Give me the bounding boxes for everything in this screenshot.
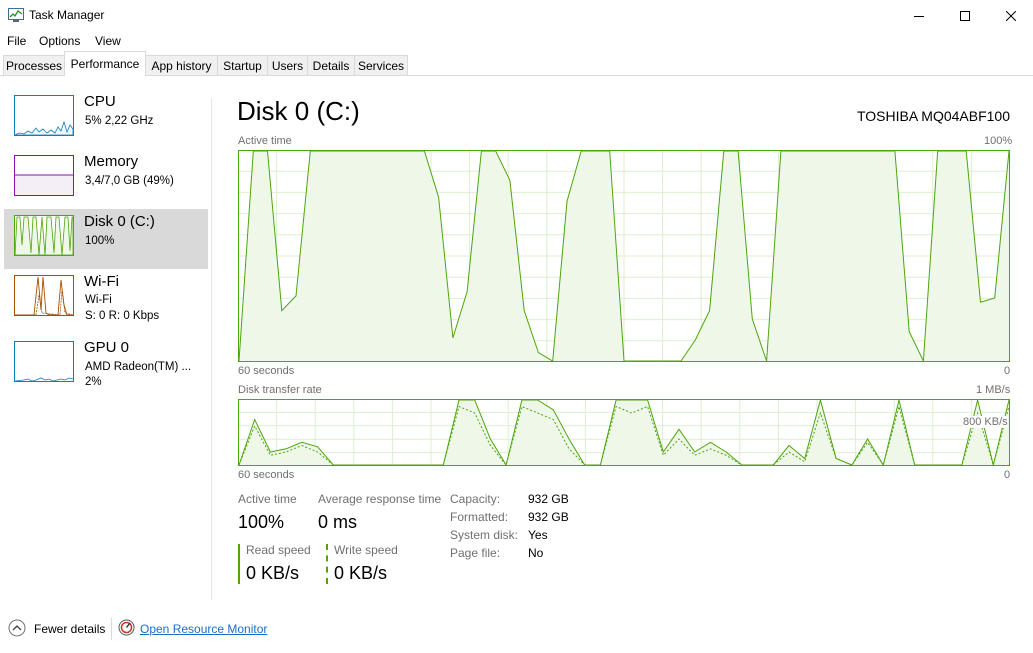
system-disk-value: Yes: [528, 528, 548, 542]
sidebar-item-disk[interactable]: Disk 0 (C:) 100%: [4, 209, 208, 269]
tab-strip: Processes Performance App history Startu…: [0, 51, 1033, 76]
menu-bar: File Options View: [0, 31, 1033, 51]
sidebar-item-memory[interactable]: Memory 3,4/7,0 GB (49%): [4, 149, 208, 209]
transfer-rate-max-label: 1 MB/s: [976, 384, 1011, 396]
formatted-label: Formatted:: [450, 510, 509, 524]
disk-thumbnail: [14, 215, 74, 256]
sidebar-cpu-title: CPU: [84, 93, 116, 110]
sidebar-wifi-title: Wi-Fi: [84, 273, 119, 290]
active-time-max-label: 100%: [984, 135, 1013, 147]
sidebar-disk-detail: 100%: [85, 235, 115, 247]
page-file-label: Page file:: [450, 546, 501, 560]
tab-users[interactable]: Users: [267, 55, 308, 75]
tab-services[interactable]: Services: [354, 55, 408, 75]
minimize-icon: [914, 15, 924, 17]
open-resource-monitor-link[interactable]: Open Resource Monitor: [140, 622, 267, 636]
capacity-label: Capacity:: [450, 492, 501, 506]
collapse-chevron-icon[interactable]: [8, 619, 26, 637]
system-disk-label: System disk:: [450, 528, 519, 542]
transfer-min-label: 0: [1004, 469, 1011, 481]
tab-startup[interactable]: Startup: [217, 55, 268, 75]
avg-response-stat-label: Average response time: [318, 492, 442, 506]
sidebar-item-cpu[interactable]: CPU 5% 2,22 GHz: [4, 89, 208, 149]
fewer-details-link[interactable]: Fewer details: [34, 622, 105, 636]
sidebar-item-gpu[interactable]: GPU 0 AMD Radeon(TM) ... 2%: [4, 335, 208, 395]
tab-performance[interactable]: Performance: [64, 51, 146, 76]
tab-divider: [0, 75, 1033, 76]
menu-options[interactable]: Options: [39, 34, 80, 48]
tab-details[interactable]: Details: [307, 55, 355, 75]
tab-processes[interactable]: Processes: [3, 55, 65, 75]
sidebar-gpu-title: GPU 0: [84, 339, 130, 356]
read-speed-value: 0 KB/s: [246, 563, 300, 583]
sidebar-memory-detail: 3,4/7,0 GB (49%): [85, 175, 174, 187]
resource-monitor-icon: [118, 619, 135, 636]
menu-file[interactable]: File: [7, 34, 26, 48]
close-button[interactable]: [988, 0, 1033, 31]
write-speed-label: Write speed: [334, 543, 398, 557]
active-time-min-label: 0: [1004, 365, 1011, 377]
sidebar-item-wifi[interactable]: Wi-Fi Wi-Fi S: 0 R: 0 Kbps: [4, 269, 208, 329]
write-speed-marker: [326, 544, 328, 584]
page-title: Disk 0 (C:): [237, 96, 360, 126]
minimize-button[interactable]: [896, 0, 942, 31]
transfer-rate-graph-label: Disk transfer rate: [238, 384, 322, 396]
active-time-graph: [238, 150, 1010, 362]
memory-thumbnail: [14, 155, 74, 196]
active-time-graph-label: Active time: [238, 135, 292, 147]
maximize-icon: [960, 10, 970, 21]
disk-model: TOSHIBA MQ04ABF100: [856, 108, 1010, 124]
gpu-thumbnail: [14, 341, 74, 382]
avg-response-stat-value: 0 ms: [318, 512, 358, 532]
transfer-rate-graph: [238, 399, 1010, 466]
cpu-thumbnail: [14, 95, 74, 136]
page-file-value: No: [528, 546, 544, 560]
capacity-value: 932 GB: [528, 492, 569, 506]
sidebar-cpu-detail: 5% 2,22 GHz: [85, 115, 154, 127]
formatted-value: 932 GB: [528, 510, 569, 524]
sidebar-divider: [211, 98, 212, 600]
window-title: Task Manager: [29, 8, 105, 22]
title-bar: Task Manager: [0, 0, 1033, 31]
sidebar-wifi-detail: Wi-Fi: [85, 294, 112, 306]
active-time-stat-label: Active time: [238, 492, 297, 506]
wifi-thumbnail: [14, 275, 74, 316]
sidebar-gpu-usage: 2%: [85, 376, 102, 388]
tab-app-history[interactable]: App history: [145, 55, 218, 75]
read-speed-label: Read speed: [246, 543, 311, 557]
sidebar-wifi-throughput: S: 0 R: 0 Kbps: [85, 310, 160, 322]
footer: Fewer details Open Resource Monitor: [0, 606, 1033, 653]
write-speed-value: 0 KB/s: [334, 563, 388, 583]
transfer-rate-mid-label: 800 KB/s: [963, 416, 1008, 428]
menu-view[interactable]: View: [95, 34, 121, 48]
read-speed-marker: [238, 544, 240, 584]
footer-divider: [111, 618, 112, 640]
sidebar-gpu-name: AMD Radeon(TM) ...: [85, 361, 192, 373]
sidebar-disk-title: Disk 0 (C:): [84, 213, 155, 230]
task-manager-icon: [8, 8, 24, 22]
close-icon: [1006, 10, 1016, 21]
active-time-duration-label: 60 seconds: [238, 365, 295, 377]
maximize-button[interactable]: [942, 0, 988, 31]
transfer-duration-label: 60 seconds: [238, 469, 295, 481]
active-time-stat-value: 100%: [238, 512, 285, 532]
sidebar-memory-title: Memory: [84, 153, 139, 170]
